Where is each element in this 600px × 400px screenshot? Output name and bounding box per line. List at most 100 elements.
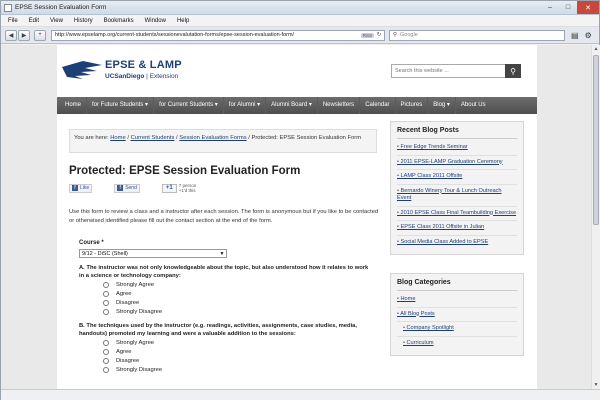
page-menu-icon[interactable]: ▤ [571, 31, 579, 40]
facebook-send-button[interactable]: f Send [114, 183, 140, 193]
plus-one-button[interactable]: +1 [161, 183, 177, 193]
breadcrumb-session-forms-link[interactable]: Session Evaluation Forms [179, 135, 246, 141]
site-search-input[interactable] [392, 65, 505, 77]
radio-option[interactable]: Disagree [79, 356, 384, 365]
vertical-scrollbar[interactable]: ▲ ▼ [591, 45, 600, 389]
radio-button[interactable] [103, 308, 109, 315]
recent-post-link[interactable]: EPSE Class 2011 Offsite in Julian [397, 221, 517, 236]
radio-button[interactable] [103, 366, 109, 373]
page-viewport: EPSE & LAMP UCSanDiego | Extension ⚲ Hom… [1, 45, 591, 389]
course-label: Course * [79, 240, 104, 246]
scroll-down-icon[interactable]: ▼ [593, 382, 599, 388]
recent-post-link[interactable]: Social Media Class Added to EPSE [397, 236, 517, 250]
category-link[interactable]: Company Spotlight [397, 322, 517, 337]
recent-posts-widget: Recent Blog Posts Free Edge Trends Semin… [390, 121, 524, 255]
main-content: You are here: Home / Current Students / … [69, 129, 384, 374]
radio-option[interactable]: Strongly Agree [79, 280, 384, 289]
menu-window[interactable]: Window [145, 18, 166, 24]
nav-newsletters[interactable]: Newsletters [318, 97, 361, 114]
radio-option[interactable]: Agree [79, 347, 384, 356]
radio-option[interactable]: Disagree [79, 298, 384, 307]
radio-option[interactable]: Strongly Disagree [79, 307, 384, 316]
rss-icon[interactable]: RSS [360, 32, 374, 38]
logo-unit: Extension [149, 73, 179, 80]
settings-gear-icon[interactable]: ⚙ [585, 31, 592, 40]
nav-about-us[interactable]: About Us [456, 97, 491, 114]
forward-button[interactable]: ▶ [18, 29, 30, 41]
blog-categories-title: Blog Categories [397, 279, 517, 291]
browser-search-placeholder: Google [400, 32, 418, 38]
nav-alumni[interactable]: for Alumni ▾ [224, 97, 267, 114]
close-icon[interactable]: ✕ [577, 1, 599, 14]
intro-text: Use this form to review a class and a in… [69, 209, 379, 224]
course-selected-value: 9/12 - DiSC (Shell) [82, 250, 128, 257]
category-link[interactable]: All Blog Posts [397, 308, 517, 322]
web-page: EPSE & LAMP UCSanDiego | Extension ⚲ Hom… [57, 45, 537, 389]
send-label: Send [125, 185, 137, 191]
category-link[interactable]: Home [397, 293, 517, 308]
window-controls: – □ ✕ [541, 1, 599, 14]
radio-button[interactable] [103, 290, 109, 297]
page-favicon-icon [4, 3, 12, 12]
recent-post-link[interactable]: 2011 EPSE-LAMP Graduation Ceremony [397, 156, 517, 170]
logo-subtext: UCSanDiego | Extension [105, 73, 179, 80]
radio-option[interactable]: Agree [79, 289, 384, 298]
scroll-up-icon[interactable]: ▲ [593, 46, 599, 52]
scrollbar-thumb[interactable] [593, 55, 599, 225]
breadcrumb-prefix: You are here: [74, 135, 109, 141]
breadcrumb-home-link[interactable]: Home [110, 135, 125, 141]
title-bar: EPSE Session Evaluation Form – □ ✕ [1, 1, 599, 15]
radio-button[interactable] [103, 357, 109, 364]
browser-search-field[interactable]: ⚲ Google [389, 29, 565, 41]
facebook-icon: f [117, 185, 124, 191]
menu-edit[interactable]: Edit [29, 18, 39, 24]
radio-button[interactable] [103, 281, 109, 288]
facebook-icon: f [72, 185, 78, 191]
new-tab-button[interactable]: + [34, 29, 46, 41]
question-b: B. The techniques used by the instructor… [79, 323, 358, 337]
nav-alumni-board[interactable]: Alumni Board ▾ [266, 97, 318, 114]
recent-post-link[interactable]: 2010 EPSE Class Final Teambuilding Exerc… [397, 207, 517, 221]
nav-current-students[interactable]: for Current Students ▾ [154, 97, 224, 114]
radio-option[interactable]: Strongly Agree [79, 338, 384, 347]
back-button[interactable]: ◀ [5, 29, 17, 41]
nav-pictures[interactable]: Pictures [396, 97, 429, 114]
recent-post-link[interactable]: LAMP Class 2011 Offsite [397, 170, 517, 185]
logo-text: EPSE & LAMP [105, 59, 182, 71]
page-title: Protected: EPSE Session Evaluation Form [69, 165, 301, 177]
minimize-icon[interactable]: – [541, 1, 559, 14]
sidebar: Recent Blog Posts Free Edge Trends Semin… [390, 121, 524, 356]
recent-post-link[interactable]: Bernardo Winery Tour & Lunch Outreach Ev… [397, 185, 517, 207]
breadcrumb: You are here: Home / Current Students / … [69, 129, 377, 153]
maximize-icon[interactable]: □ [559, 1, 577, 14]
recent-post-link[interactable]: Free Edge Trends Seminar [397, 141, 517, 156]
breadcrumb-current-students-link[interactable]: Current Students [131, 135, 175, 141]
reload-icon[interactable]: ↻ [374, 32, 384, 38]
window-title: EPSE Session Evaluation Form [15, 4, 107, 11]
menu-view[interactable]: View [50, 18, 63, 24]
radio-button[interactable] [103, 299, 109, 306]
category-link[interactable]: Curriculum [397, 337, 517, 351]
browser-window: EPSE Session Evaluation Form – □ ✕ File … [0, 0, 600, 400]
menu-bookmarks[interactable]: Bookmarks [104, 18, 134, 24]
address-bar[interactable]: http://www.epselamp.org/current-students… [51, 29, 385, 41]
browser-toolbar: ◀ ▶ + http://www.epselamp.org/current-st… [1, 27, 599, 44]
url-text: http://www.epselamp.org/current-students… [55, 32, 295, 38]
recent-posts-title: Recent Blog Posts [397, 127, 517, 139]
menu-file[interactable]: File [8, 18, 18, 24]
breadcrumb-current-page: / Protected: EPSE Session Evaluation For… [248, 135, 362, 141]
nav-future-students[interactable]: for Future Students ▾ [87, 97, 155, 114]
course-select[interactable]: 9/12 - DiSC (Shell) ▼ [79, 249, 227, 258]
menu-help[interactable]: Help [177, 18, 189, 24]
radio-button[interactable] [103, 339, 109, 346]
nav-home[interactable]: Home [60, 97, 88, 114]
nav-blog[interactable]: Blog ▾ [428, 97, 456, 114]
menu-history[interactable]: History [74, 18, 93, 24]
google-plus-one: +1 7 person +1'd this [161, 183, 203, 193]
radio-option[interactable]: Strongly Disagree [79, 365, 384, 374]
site-logo[interactable]: EPSE & LAMP UCSanDiego | Extension [61, 57, 201, 87]
radio-button[interactable] [103, 348, 109, 355]
facebook-like-button[interactable]: f Like [69, 183, 93, 193]
site-search-button[interactable]: ⚲ [505, 64, 521, 78]
nav-calendar[interactable]: Calendar [360, 97, 396, 114]
